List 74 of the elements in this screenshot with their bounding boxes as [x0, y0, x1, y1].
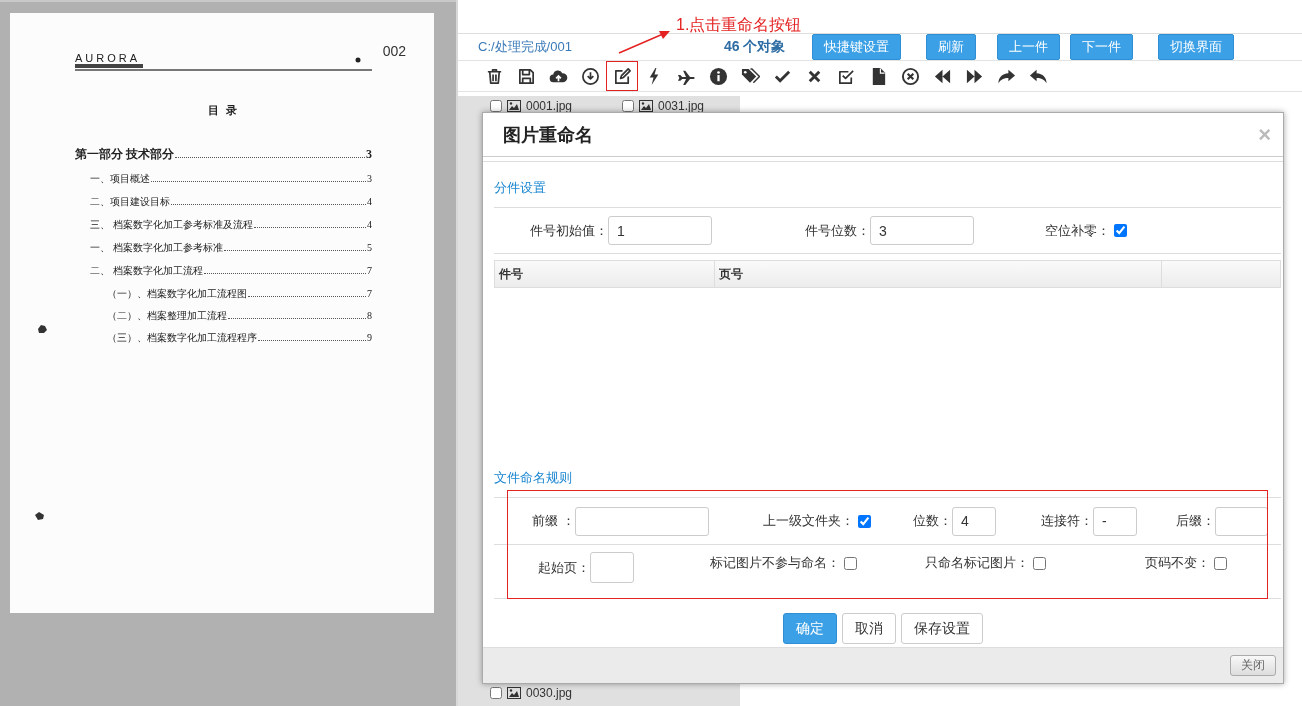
tags-icon[interactable] [740, 66, 760, 86]
cancel-circle-icon[interactable] [900, 66, 920, 86]
checkbox[interactable] [844, 556, 857, 570]
logo-text: AURORA [75, 52, 142, 64]
file-name[interactable]: 0031.jpg [658, 99, 705, 113]
page-number: 9 [367, 332, 372, 343]
field-label: 起始页： [538, 558, 590, 577]
field-label: 连接符： [1041, 512, 1093, 530]
edit-icon[interactable] [612, 66, 632, 86]
file-name[interactable]: 0030.jpg [526, 686, 573, 700]
ink-spot [355, 57, 361, 63]
checkbox[interactable] [1033, 556, 1046, 570]
page-number: 4 [367, 219, 372, 230]
field-label: 前缀 ： [532, 512, 575, 530]
document-title: 目 录 [207, 103, 240, 118]
input-field[interactable] [1215, 506, 1268, 536]
checkbox[interactable] [858, 514, 871, 528]
ink-spot [34, 511, 45, 521]
section-title: 文件命名规则 [494, 468, 1281, 498]
download-icon[interactable] [580, 66, 600, 86]
file-name[interactable]: 0001.jpg [526, 99, 573, 113]
field-label: 标记图片不参与命名： [710, 554, 840, 572]
toc-entry: 三、 档案数字化加工参考标准及流程 [90, 218, 253, 232]
field-label: 位数： [913, 512, 952, 530]
page-number: 7 [367, 288, 372, 299]
input-field[interactable]: 3 [870, 216, 974, 245]
checkbox[interactable] [1114, 224, 1127, 237]
image-icon [507, 687, 521, 699]
column-header: 件号 [495, 261, 715, 287]
toc-entry: 第一部分 技术部分 [75, 146, 174, 163]
page-number: 3 [367, 173, 372, 184]
ink-spot [37, 324, 48, 334]
field-label: 页码不变： [1145, 554, 1210, 572]
input-field[interactable]: 4 [952, 506, 996, 536]
input-field[interactable] [590, 552, 634, 583]
toc-entry: 一、 档案数字化加工参考标准 [90, 241, 223, 255]
toc-entry: 二、 档案数字化加工流程 [90, 264, 203, 278]
dialog-button[interactable]: 取消 [842, 613, 896, 644]
close-button[interactable]: 关闭 [1230, 655, 1276, 676]
annotation-text: 1.点击重命名按钮 [676, 16, 802, 33]
checkbox[interactable] [490, 687, 502, 699]
field-label: 上一级文件夹： [763, 512, 854, 530]
input-field[interactable]: - [1093, 506, 1137, 536]
dialog-title: 图片重命名 [503, 123, 593, 147]
field-label: 空位补零： [1045, 221, 1110, 240]
image-icon [639, 100, 653, 112]
section-title: 分件设置 [494, 162, 1281, 208]
toc-entry: （一）、档案数字化加工流程图 [107, 287, 247, 301]
info-icon[interactable] [708, 66, 728, 86]
field-label: 件号初始值： [530, 221, 608, 240]
dialog-button[interactable]: 保存设置 [901, 613, 983, 644]
toc-entry: 二、项目建设目标 [90, 195, 170, 209]
page-number: 5 [367, 242, 372, 253]
page-number: 7 [367, 265, 372, 276]
object-count: 46 个对象 [723, 38, 787, 56]
logo-bar [75, 64, 143, 68]
field-label: 只命名标记图片： [925, 554, 1029, 572]
column-header: 页号 [715, 261, 1162, 287]
folder-path: C:/处理完成/001 [478, 38, 572, 56]
image-icon [507, 100, 521, 112]
checkbox[interactable] [490, 100, 502, 112]
checkbox[interactable] [1214, 556, 1227, 570]
input-field[interactable]: 1 [608, 216, 712, 245]
toc-entry: （三）、档案数字化加工流程程序 [107, 331, 257, 345]
page-number: 002 [382, 43, 406, 59]
checkbox[interactable] [622, 100, 634, 112]
field-label: 件号位数： [805, 221, 870, 240]
page-number: 3 [366, 147, 372, 162]
page-number: 4 [367, 196, 372, 207]
toc-entry: 一、项目概述 [90, 172, 150, 186]
page-number: 8 [367, 310, 372, 321]
input-field[interactable] [575, 506, 709, 536]
field-label: 后缀： [1176, 512, 1215, 530]
toc-entry: （二）、档案整理加工流程 [107, 309, 227, 323]
